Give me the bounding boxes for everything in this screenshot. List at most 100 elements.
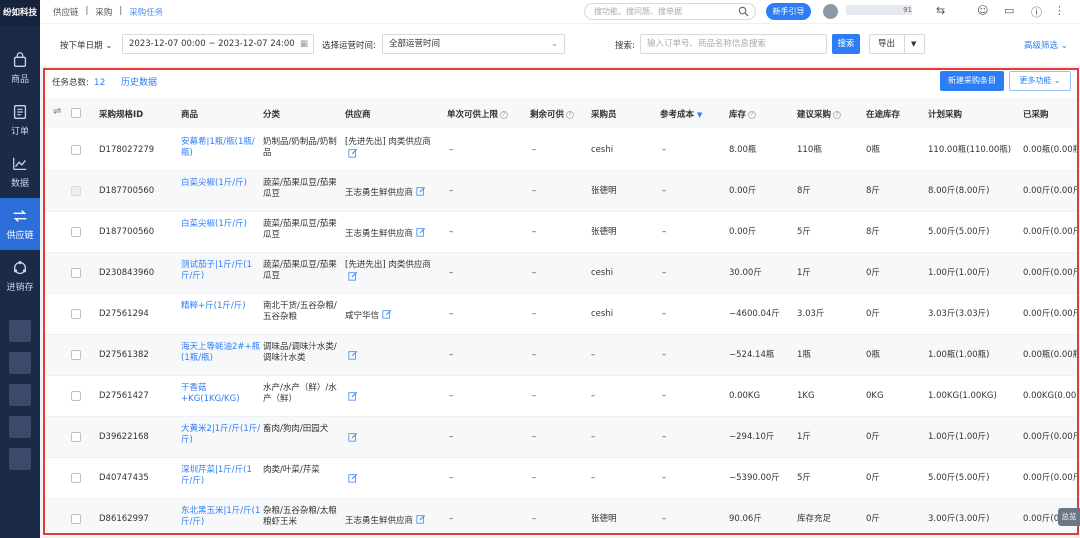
- remaining: –: [532, 227, 537, 237]
- sidebar-item-label: 供应链: [6, 231, 34, 241]
- op-time-select[interactable]: 全部运营时间 ⌄: [382, 34, 565, 54]
- edit-icon[interactable]: [416, 186, 426, 196]
- edit-icon[interactable]: [348, 350, 358, 360]
- user-settings-icon[interactable]: ☺: [977, 4, 988, 17]
- global-search-input[interactable]: 搜功能、搜问题、搜单据: [584, 3, 756, 20]
- help-icon[interactable]: ?: [500, 111, 509, 119]
- more-functions-button[interactable]: 更多功能 ⌄: [1009, 71, 1071, 91]
- filter-bar: 按下单日期 ⌄ 2023-12-07 00:00 ~ 2023-12-07 24…: [40, 24, 1080, 66]
- category: 奶制品/奶制品/奶制品: [263, 137, 337, 158]
- date-type-select[interactable]: 按下单日期 ⌄: [60, 39, 112, 51]
- supplier-cell: 王志勇生鲜供应商: [345, 186, 439, 199]
- overview-float-button[interactable]: 总览: [1058, 508, 1080, 526]
- row-checkbox[interactable]: [71, 391, 81, 401]
- history-data-link[interactable]: 历史数据: [121, 75, 157, 88]
- help-icon[interactable]: ?: [833, 111, 842, 119]
- calendar-icon: ▦: [299, 39, 308, 49]
- export-button[interactable]: 导出 ▼: [869, 34, 925, 54]
- search-button[interactable]: 搜索: [832, 34, 860, 54]
- search-icon[interactable]: [738, 6, 749, 17]
- row-checkbox[interactable]: [71, 268, 81, 278]
- col-label: 库存: [729, 110, 747, 120]
- breadcrumb-item[interactable]: 供应链: [53, 6, 79, 18]
- sidebar-item-products[interactable]: 商品: [0, 42, 40, 94]
- single-limit: –: [449, 350, 454, 360]
- sidebar-item-blurred[interactable]: [9, 416, 31, 438]
- sidebar-item-blurred[interactable]: [9, 448, 31, 470]
- advanced-filter-link[interactable]: 高级筛选 ⌄: [1024, 39, 1068, 51]
- col-purchased[interactable]: 已采购: [1023, 108, 1049, 120]
- sidebar-item-supply-chain[interactable]: 供应链: [0, 198, 40, 250]
- col-stock[interactable]: 库存?: [729, 108, 757, 120]
- sidebar-item-data[interactable]: 数据: [0, 146, 40, 198]
- sidebar-item-blurred[interactable]: [9, 352, 31, 374]
- edit-icon[interactable]: [382, 309, 392, 319]
- sidebar-item-orders[interactable]: 订单: [0, 94, 40, 146]
- product-link[interactable]: 白菜尖椒(1斤/斤): [181, 178, 261, 189]
- col-spec-id[interactable]: 采购规格ID: [99, 108, 143, 120]
- avatar[interactable]: [823, 4, 838, 19]
- planned: 110.00瓶(110.00瓶): [928, 145, 1012, 155]
- col-single-limit[interactable]: 单次可供上限?: [447, 108, 509, 120]
- product-link[interactable]: 大黄米2|1斤/斤(1斤/斤): [181, 424, 261, 446]
- col-remaining[interactable]: 剩余可供?: [530, 108, 575, 120]
- column-settings-icon[interactable]: ⇌: [53, 106, 61, 117]
- product-link[interactable]: 精粹+斤(1斤/斤): [181, 301, 261, 312]
- user-name[interactable]: 91: [846, 5, 912, 15]
- edit-icon[interactable]: [348, 148, 358, 158]
- message-icon[interactable]: ▭: [1004, 4, 1014, 17]
- sidebar-item-inventory[interactable]: 进销存: [0, 250, 40, 302]
- col-product[interactable]: 商品: [181, 108, 198, 120]
- col-category[interactable]: 分类: [263, 108, 280, 120]
- planned: 1.00KG(1.00KG): [928, 391, 997, 401]
- stock: 90.06斤: [729, 514, 762, 524]
- edit-icon[interactable]: [348, 391, 358, 401]
- col-suggested[interactable]: 建议采购?: [797, 108, 842, 120]
- search-placeholder: 搜功能、搜问题、搜单据: [594, 7, 682, 16]
- help-icon[interactable]: ⓘ: [1031, 4, 1042, 20]
- row-checkbox[interactable]: [71, 145, 81, 155]
- row-checkbox[interactable]: [71, 514, 81, 524]
- edit-icon[interactable]: [348, 473, 358, 483]
- product-link[interactable]: 东北黑玉米|1斤/斤(1斤/斤): [181, 506, 261, 528]
- col-planned[interactable]: 计划采购: [928, 108, 962, 120]
- row-checkbox[interactable]: [71, 432, 81, 442]
- row-checkbox[interactable]: [71, 227, 81, 237]
- col-in-transit[interactable]: 在途库存: [866, 108, 900, 120]
- new-guide-button[interactable]: 新手引导: [766, 3, 811, 20]
- spec-id: D230843960: [99, 268, 155, 278]
- help-icon[interactable]: ?: [748, 111, 757, 119]
- product-link[interactable]: 测试茄子|1斤/斤(1斤/斤): [181, 260, 261, 282]
- more-vertical-icon[interactable]: ⋮: [1054, 4, 1065, 17]
- order-search-input[interactable]: 输入订单号、商品名称信息搜索: [640, 34, 827, 54]
- switch-icon[interactable]: ⇆: [936, 4, 945, 17]
- sort-down-icon[interactable]: ▼: [697, 111, 702, 119]
- col-ref-cost[interactable]: 参考成本 ▼: [660, 108, 702, 120]
- edit-icon[interactable]: [416, 514, 426, 524]
- product-link[interactable]: 白菜尖椒(1斤/斤): [181, 219, 261, 230]
- row-checkbox[interactable]: [71, 473, 81, 483]
- buyer: 张德明: [591, 227, 617, 237]
- product-link[interactable]: 安幕希|1瓶/瓶(1瓶/瓶): [181, 137, 261, 159]
- select-all-checkbox[interactable]: [71, 108, 81, 118]
- product-link[interactable]: 海天上等蚝油2#+瓶(1瓶/瓶): [181, 342, 261, 364]
- date-range-picker[interactable]: 2023-12-07 00:00 ~ 2023-12-07 24:00 ▦: [122, 34, 314, 54]
- col-buyer[interactable]: 采购员: [591, 108, 617, 120]
- product-link[interactable]: 干香菇+KG(1KG/KG): [181, 383, 261, 405]
- edit-icon[interactable]: [348, 432, 358, 442]
- edit-icon[interactable]: [348, 271, 358, 281]
- sidebar-item-blurred[interactable]: [9, 384, 31, 406]
- product-link[interactable]: 深圳芹菜|1斤/斤(1斤/斤): [181, 465, 261, 487]
- buyer: –: [591, 473, 596, 483]
- caret-down-icon[interactable]: ▼: [911, 35, 916, 53]
- row-checkbox[interactable]: [71, 309, 81, 319]
- row-checkbox[interactable]: [71, 350, 81, 360]
- edit-icon[interactable]: [416, 227, 426, 237]
- app-logo: 纷如科技: [0, 0, 40, 26]
- new-purchase-item-button[interactable]: 新建采购条目: [940, 71, 1004, 91]
- help-icon[interactable]: ?: [566, 111, 575, 119]
- col-supplier[interactable]: 供应商: [345, 108, 371, 120]
- sidebar-item-blurred[interactable]: [9, 320, 31, 342]
- supplier-name: 王志勇生鲜供应商: [345, 229, 414, 239]
- breadcrumb-item[interactable]: 采购: [95, 6, 112, 18]
